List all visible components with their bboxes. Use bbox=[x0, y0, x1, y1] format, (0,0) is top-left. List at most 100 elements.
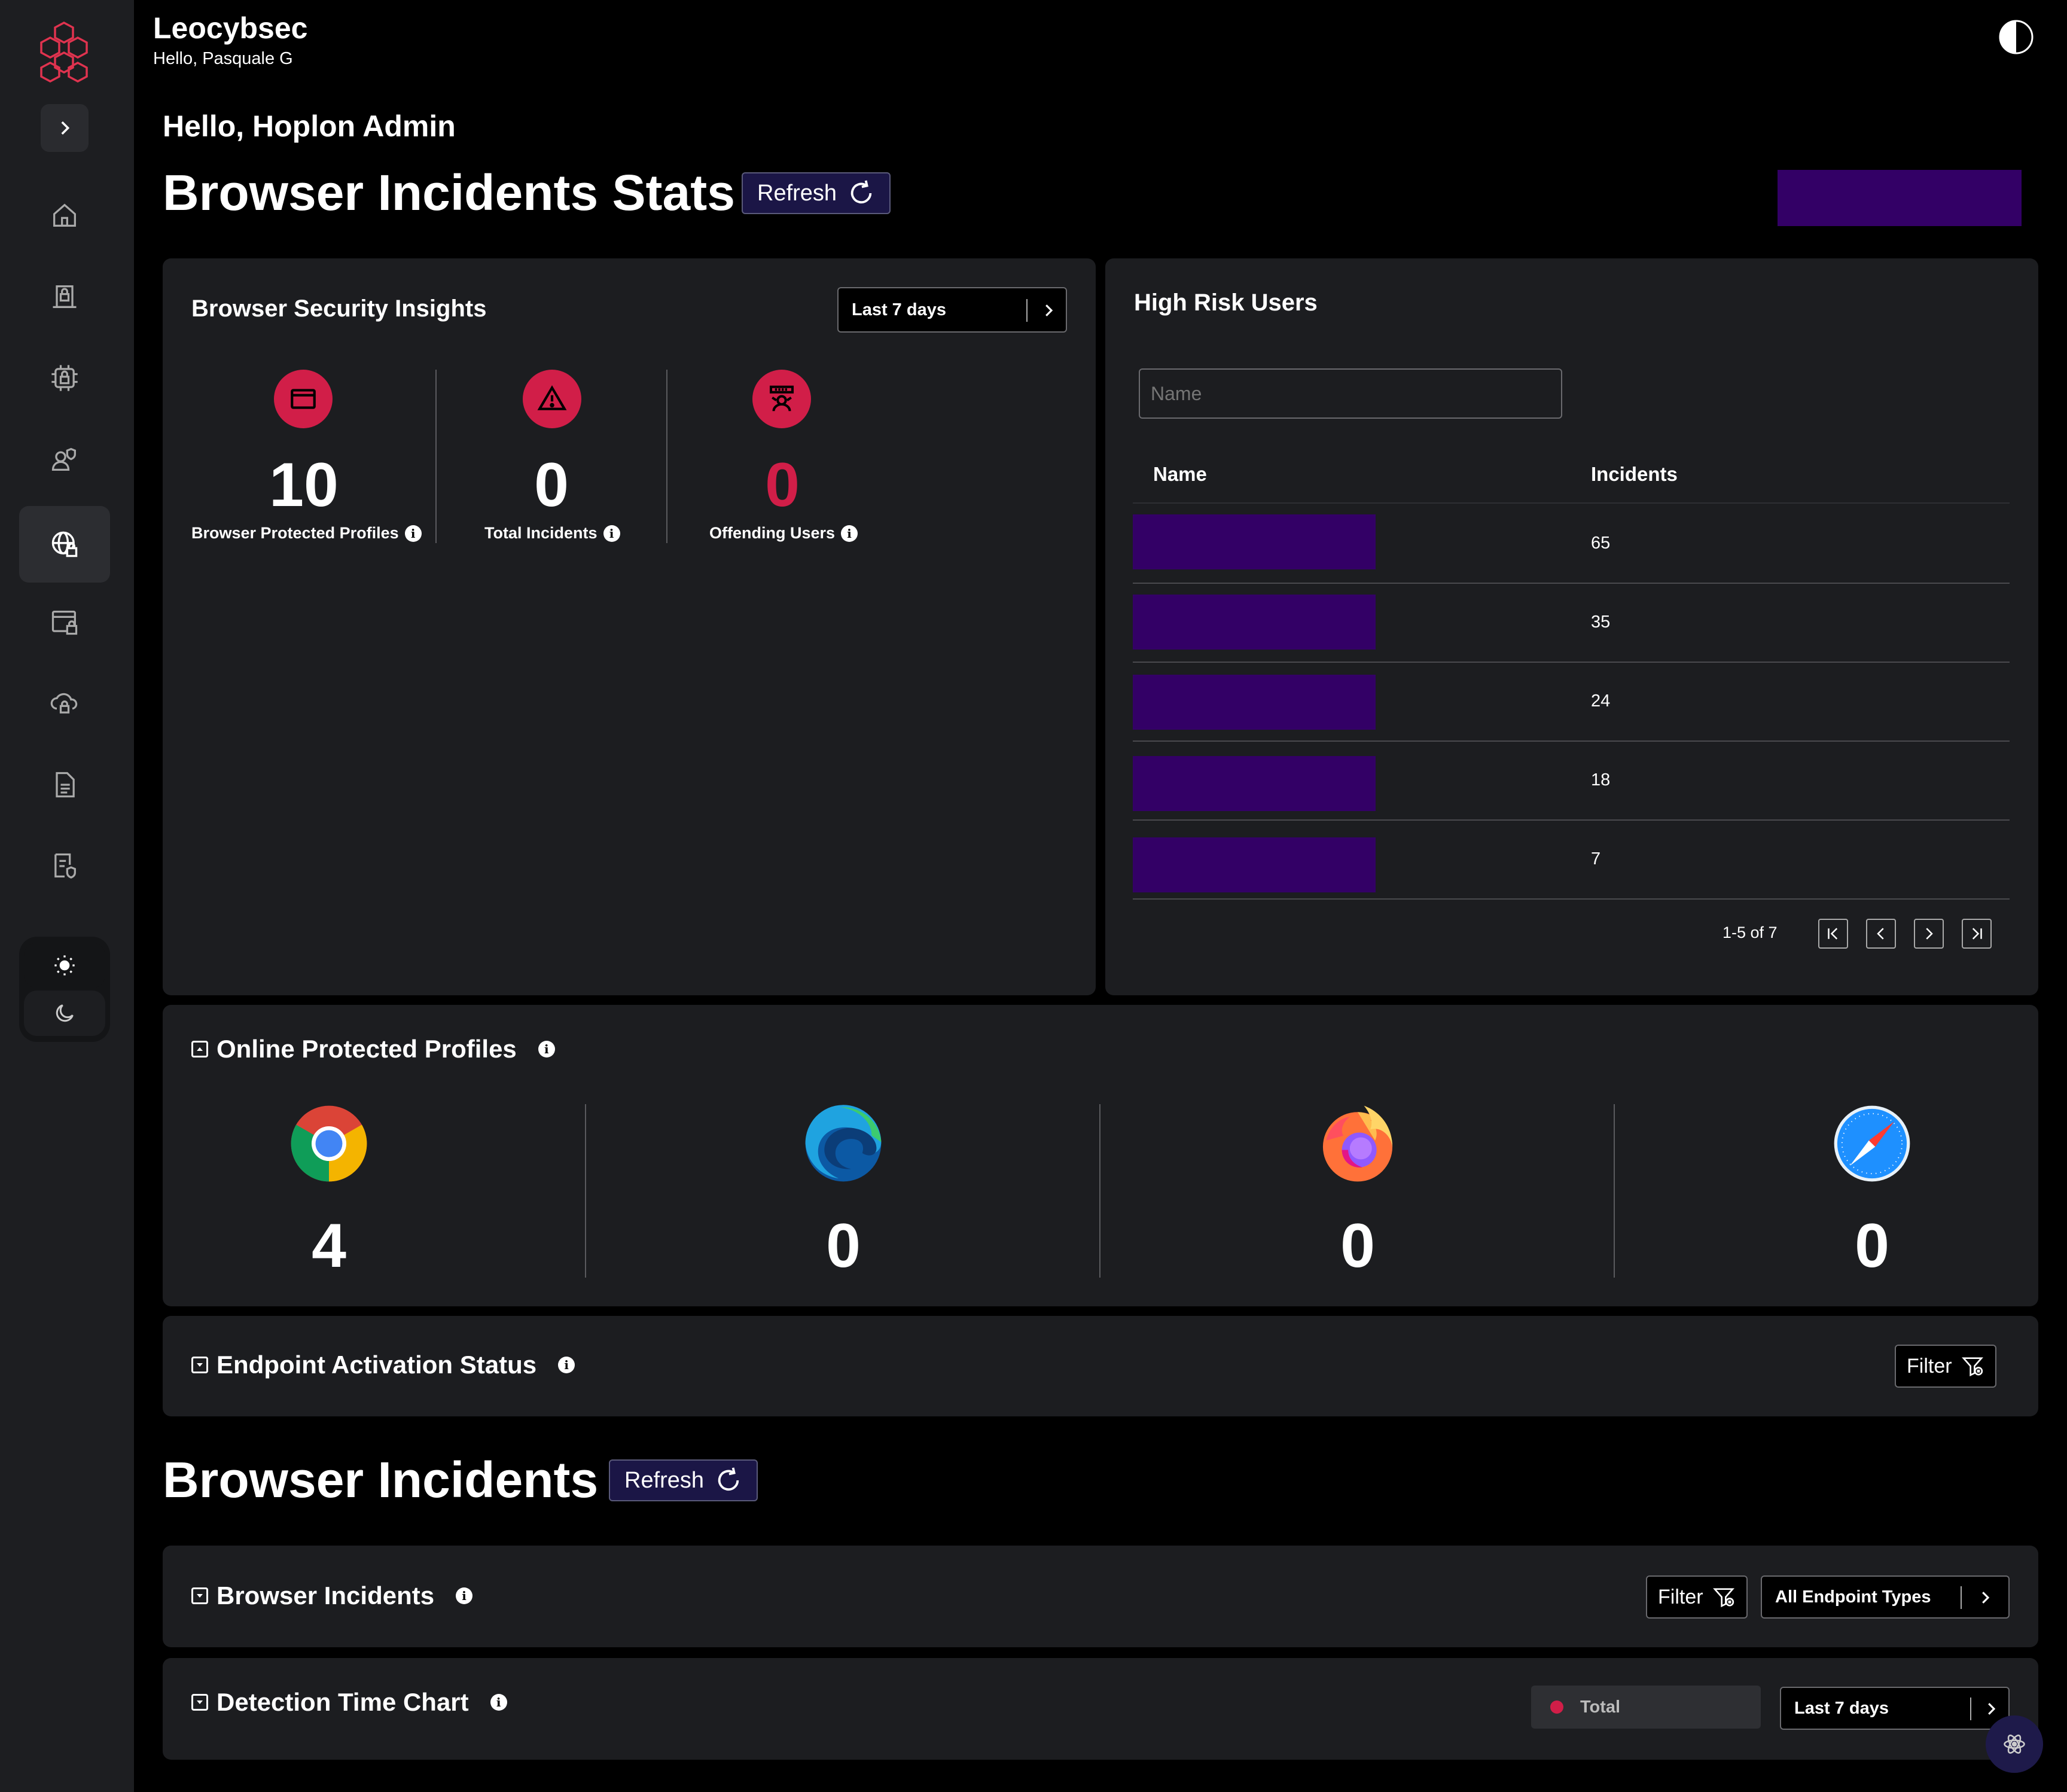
browser-divider bbox=[585, 1104, 586, 1278]
sidebar-expand-button[interactable] bbox=[41, 104, 89, 152]
insights-title: Browser Security Insights bbox=[191, 295, 487, 322]
refresh-icon bbox=[850, 180, 872, 204]
user-greeting: Hello, Pasquale G bbox=[153, 49, 293, 68]
sidebar-item-reports[interactable] bbox=[19, 746, 110, 823]
user-shield-icon bbox=[51, 447, 76, 471]
atom-icon bbox=[2004, 1735, 2025, 1754]
redacted-block bbox=[1778, 170, 2022, 226]
logo-icon[interactable] bbox=[31, 18, 97, 84]
incident-count: 24 bbox=[1591, 691, 1611, 711]
sidebar-item-office[interactable] bbox=[19, 258, 110, 335]
incident-count: 18 bbox=[1591, 770, 1611, 790]
next-page-button[interactable] bbox=[1914, 919, 1944, 949]
filter-label: Filter bbox=[1907, 1354, 1952, 1377]
column-header-incidents[interactable]: Incidents bbox=[1591, 463, 1678, 486]
range-label: Last 7 days bbox=[852, 300, 946, 319]
protected-profiles-value: 10 bbox=[269, 450, 339, 520]
info-icon[interactable]: i bbox=[404, 525, 422, 542]
refresh-label: Refresh bbox=[624, 1467, 705, 1493]
safari-icon bbox=[1834, 1105, 1910, 1182]
browser-window-lock-icon bbox=[51, 611, 78, 635]
detection-chart-header[interactable]: Detection Time Chart i bbox=[191, 1688, 507, 1717]
first-page-button[interactable] bbox=[1818, 919, 1848, 949]
endpoint-type-select[interactable]: All Endpoint Types bbox=[1761, 1575, 2010, 1619]
sun-icon bbox=[54, 955, 75, 976]
chevron-left-icon bbox=[1877, 928, 1884, 940]
moon-icon bbox=[56, 1004, 74, 1022]
edge-icon bbox=[805, 1105, 882, 1182]
office-building-lock-icon bbox=[53, 285, 77, 308]
edge-profiles-value: 0 bbox=[826, 1211, 861, 1281]
last-page-icon bbox=[1972, 928, 1982, 940]
offending-users-value: 0 bbox=[765, 450, 800, 520]
info-icon[interactable]: i bbox=[490, 1694, 507, 1711]
select-divider bbox=[1026, 299, 1028, 322]
online-profiles-header[interactable]: Online Protected Profiles i bbox=[191, 1035, 555, 1063]
chart-legend-total[interactable]: Total bbox=[1531, 1686, 1761, 1729]
page-title: Browser Incidents Stats bbox=[163, 164, 735, 221]
high-risk-title: High Risk Users bbox=[1134, 289, 1318, 316]
chevron-right-icon bbox=[61, 121, 70, 135]
row-divider bbox=[1133, 662, 2010, 663]
refresh-incidents-button[interactable]: Refresh bbox=[609, 1459, 758, 1501]
incident-count: 35 bbox=[1591, 612, 1611, 632]
profile-avatar[interactable] bbox=[1999, 13, 2034, 61]
incident-count: 65 bbox=[1591, 534, 1611, 553]
info-icon[interactable]: i bbox=[538, 1041, 555, 1057]
sidebar-item-compliance[interactable] bbox=[19, 828, 110, 904]
warning-triangle-icon bbox=[523, 370, 581, 428]
previous-page-button[interactable] bbox=[1866, 919, 1896, 949]
refresh-stats-button[interactable]: Refresh bbox=[742, 172, 891, 214]
browser-window-icon bbox=[274, 370, 333, 428]
incidents-filter-button[interactable]: Filter bbox=[1646, 1575, 1748, 1619]
collapse-icon bbox=[191, 1041, 208, 1057]
section-title: Browser Incidents bbox=[217, 1581, 435, 1610]
sidebar-item-device[interactable] bbox=[19, 340, 110, 416]
assistant-button[interactable] bbox=[1986, 1715, 2043, 1773]
dark-theme-button[interactable] bbox=[24, 991, 105, 1036]
stat-divider bbox=[666, 370, 667, 543]
user-alert-icon bbox=[752, 370, 811, 428]
info-icon[interactable]: i bbox=[558, 1357, 575, 1373]
redacted-user-name bbox=[1133, 756, 1376, 811]
sidebar-item-home[interactable] bbox=[19, 177, 110, 254]
section-title: Detection Time Chart bbox=[217, 1688, 469, 1716]
insights-range-select[interactable]: Last 7 days bbox=[837, 287, 1067, 333]
info-icon[interactable]: i bbox=[603, 525, 620, 542]
row-divider bbox=[1133, 583, 2010, 584]
browser-incidents-header[interactable]: Browser Incidents i bbox=[191, 1581, 473, 1610]
document-shield-icon bbox=[54, 853, 76, 879]
light-theme-button[interactable] bbox=[24, 943, 105, 988]
stat-label-text: Browser Protected Profiles bbox=[191, 524, 399, 542]
stat-divider bbox=[435, 370, 437, 543]
cloud-lock-icon bbox=[50, 693, 78, 714]
protected-profiles-label: Browser Protected Profiles i bbox=[191, 524, 422, 543]
endpoint-filter-button[interactable]: Filter bbox=[1895, 1345, 1996, 1388]
endpoint-type-label: All Endpoint Types bbox=[1775, 1587, 1931, 1607]
refresh-icon bbox=[718, 1467, 739, 1491]
legend-label: Total bbox=[1580, 1697, 1621, 1717]
last-page-button[interactable] bbox=[1962, 919, 1992, 949]
refresh-label: Refresh bbox=[757, 180, 837, 206]
home-icon bbox=[53, 203, 76, 227]
stat-label-text: Offending Users bbox=[709, 524, 836, 542]
sidebar-item-users[interactable] bbox=[19, 421, 110, 498]
total-incidents-value: 0 bbox=[534, 450, 569, 520]
name-search-input[interactable] bbox=[1139, 368, 1562, 419]
expand-icon bbox=[191, 1357, 208, 1373]
column-header-name[interactable]: Name bbox=[1153, 463, 1207, 486]
redacted-user-name bbox=[1133, 514, 1376, 569]
filter-label: Filter bbox=[1658, 1585, 1703, 1608]
offending-users-label: Offending Users i bbox=[709, 524, 858, 543]
app-name: Leocybsec bbox=[153, 11, 308, 45]
sidebar-item-cloud[interactable] bbox=[19, 665, 110, 742]
info-icon[interactable]: i bbox=[456, 1587, 473, 1604]
chart-range-select[interactable]: Last 7 days bbox=[1780, 1687, 2010, 1730]
firefox-profiles-value: 0 bbox=[1340, 1211, 1375, 1281]
total-incidents-label: Total Incidents i bbox=[484, 524, 620, 543]
sidebar-item-browser-window[interactable] bbox=[19, 584, 110, 660]
sidebar-item-browser-security[interactable] bbox=[19, 506, 110, 583]
redacted-user-name bbox=[1133, 595, 1376, 650]
info-icon[interactable]: i bbox=[841, 525, 858, 542]
endpoint-activation-header[interactable]: Endpoint Activation Status i bbox=[191, 1351, 575, 1379]
